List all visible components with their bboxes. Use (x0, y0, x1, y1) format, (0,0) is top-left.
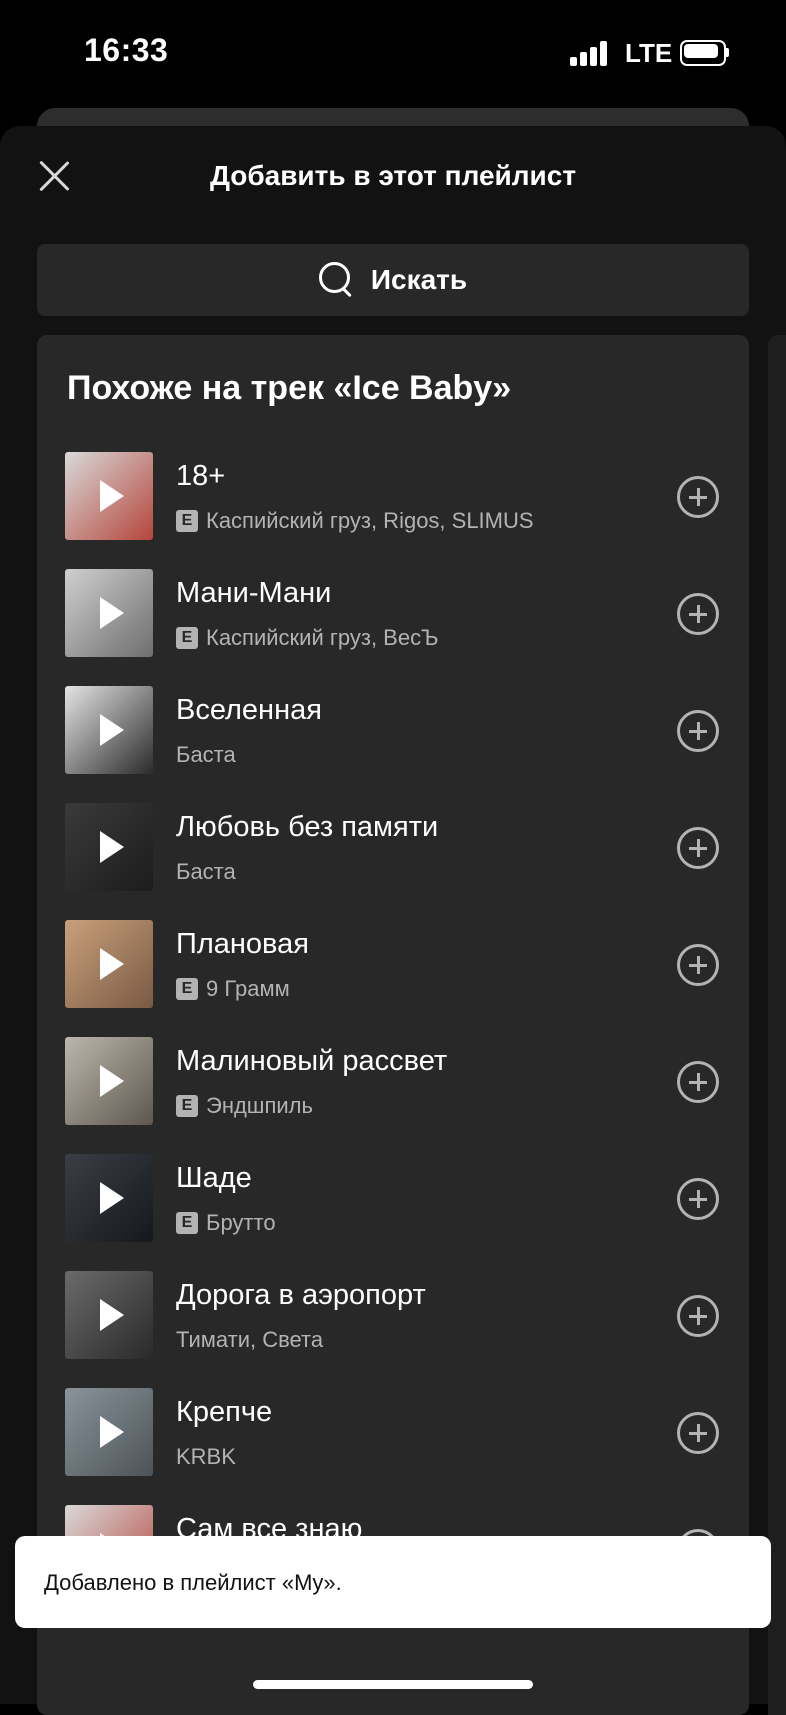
next-card-edge (768, 335, 786, 1715)
track-subtitle: E Каспийский груз, Rigos, SLIMUS (176, 508, 534, 534)
add-circle-icon[interactable] (677, 944, 719, 986)
track-subtitle: KRBK (176, 1444, 236, 1470)
track-row[interactable]: Малиновый рассвет E Эндшпиль (37, 1037, 749, 1154)
play-icon[interactable] (100, 1065, 124, 1097)
add-circle-icon[interactable] (677, 593, 719, 635)
toast-notification: Добавлено в плейлист «My». (15, 1536, 771, 1628)
status-time: 16:33 (84, 32, 169, 68)
battery-icon (680, 40, 730, 66)
track-row[interactable]: Шаде E Брутто (37, 1154, 749, 1271)
signal-icon (570, 40, 610, 66)
add-circle-icon[interactable] (677, 476, 719, 518)
track-subtitle: E Эндшпиль (176, 1093, 313, 1119)
explicit-badge: E (176, 1212, 198, 1234)
track-artists: Баста (176, 742, 236, 767)
track-row[interactable]: Крепче KRBK (37, 1388, 749, 1505)
track-title: Малиновый рассвет (176, 1045, 448, 1077)
play-icon[interactable] (100, 714, 124, 746)
track-artists: Тимати, Света (176, 1327, 324, 1352)
album-cover[interactable] (65, 920, 153, 1008)
album-cover[interactable] (65, 803, 153, 891)
play-icon[interactable] (100, 831, 124, 863)
track-subtitle: Баста (176, 742, 236, 768)
track-row[interactable]: Вселенная Баста (37, 686, 749, 803)
play-icon[interactable] (100, 597, 124, 629)
track-artists: 9 Грамм (206, 976, 290, 1001)
track-title: Мани-Мани (176, 577, 332, 609)
home-indicator[interactable] (253, 1680, 533, 1689)
track-subtitle: E Брутто (176, 1210, 276, 1236)
track-artists: Эндшпиль (206, 1093, 313, 1118)
play-icon[interactable] (100, 1416, 124, 1448)
track-artists: Каспийский груз, ВесЪ (206, 625, 439, 650)
album-cover[interactable] (65, 1154, 153, 1242)
track-subtitle: E 9 Грамм (176, 976, 290, 1002)
track-subtitle: E Каспийский груз, ВесЪ (176, 625, 439, 651)
search-button[interactable]: Искать (37, 244, 749, 316)
play-icon[interactable] (100, 1182, 124, 1214)
track-subtitle: Баста (176, 859, 236, 885)
track-artists: Баста (176, 859, 236, 884)
section-title: Похоже на трек «Ice Baby» (67, 369, 512, 407)
network-label: LTE (625, 38, 673, 68)
album-cover[interactable] (65, 1037, 153, 1125)
add-circle-icon[interactable] (677, 1061, 719, 1103)
sheet-title: Добавить в этот плейлист (209, 160, 577, 191)
track-title: Вселенная (176, 694, 322, 726)
explicit-badge: E (176, 1095, 198, 1117)
add-circle-icon[interactable] (677, 1178, 719, 1220)
track-row[interactable]: Мани-Мани E Каспийский груз, ВесЪ (37, 569, 749, 686)
play-icon[interactable] (100, 480, 124, 512)
track-title: Дорога в аэропорт (176, 1279, 426, 1311)
track-artists: Каспийский груз, Rigos, SLIMUS (206, 508, 534, 533)
explicit-badge: E (176, 627, 198, 649)
track-title: Любовь без памяти (176, 811, 439, 843)
search-icon (318, 262, 355, 298)
track-title: Плановая (176, 928, 309, 960)
track-title: 18+ (176, 460, 226, 492)
track-title: Крепче (176, 1396, 273, 1428)
play-icon[interactable] (100, 1299, 124, 1331)
track-artists: KRBK (176, 1444, 236, 1469)
track-subtitle: Тимати, Света (176, 1327, 323, 1353)
explicit-badge: E (176, 978, 198, 1000)
recommendations-card: Похоже на трек «Ice Baby» 18+ E Каспийский… (37, 335, 749, 1715)
add-circle-icon[interactable] (677, 1412, 719, 1454)
track-row[interactable]: Дорога в аэропорт Тимати, Света (37, 1271, 749, 1388)
play-icon[interactable] (100, 948, 124, 980)
add-circle-icon[interactable] (677, 710, 719, 752)
album-cover[interactable] (65, 452, 153, 540)
track-title: Шаде (176, 1162, 252, 1194)
track-artists: Брутто (206, 1210, 276, 1235)
track-row[interactable]: Любовь без памяти Баста (37, 803, 749, 920)
album-cover[interactable] (65, 1271, 153, 1359)
track-row[interactable]: Плановая E 9 Грамм (37, 920, 749, 1037)
status-bar: 16:33 LTE (0, 0, 786, 110)
add-circle-icon[interactable] (677, 827, 719, 869)
album-cover[interactable] (65, 569, 153, 657)
toast-text: Добавлено в плейлист «My». (44, 1570, 342, 1595)
add-circle-icon[interactable] (677, 1295, 719, 1337)
search-label: Искать (370, 264, 468, 295)
explicit-badge: E (176, 510, 198, 532)
album-cover[interactable] (65, 1388, 153, 1476)
track-row[interactable]: 18+ E Каспийский груз, Rigos, SLIMUS (37, 452, 749, 569)
album-cover[interactable] (65, 686, 153, 774)
